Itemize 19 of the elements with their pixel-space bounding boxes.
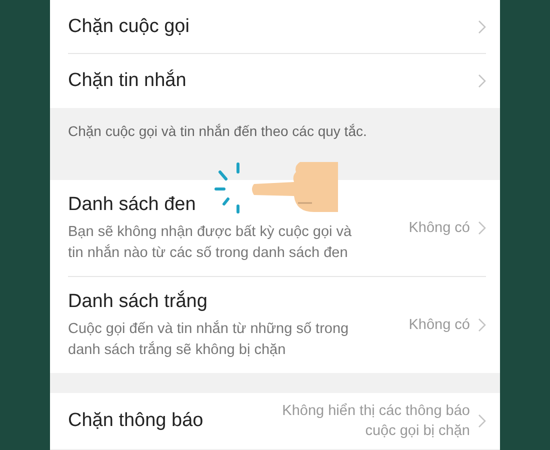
- setting-value: Không có: [408, 219, 470, 238]
- setting-title: Chặn thông báo: [68, 409, 204, 433]
- setting-row[interactable]: Danh sách trắng Cuộc gọi đến và tin nhắn từ những số trong danh sách trắng sẽ không bị chặn Không có: [68, 277, 486, 373]
- setting-title: Danh sách đen: [68, 193, 197, 217]
- setting-title: Chặn tin nhắn: [68, 68, 188, 93]
- chevron-right-icon: [478, 74, 486, 88]
- chevron-right-icon: [478, 20, 486, 34]
- section-note: Chặn cuộc gọi và tin nhắn đến theo các quy tắc.: [68, 123, 367, 139]
- chevron-right-icon: [478, 221, 486, 235]
- setting-description: Cuộc gọi đến và tin nhắn từ những số trong danh sách trắng sẽ không bị chặn: [68, 319, 350, 360]
- setting-title: Chặn cuộc gọi: [68, 14, 190, 38]
- setting-row[interactable]: Chặn tin nhắn: [68, 54, 486, 108]
- setting-value: Không có: [408, 316, 470, 335]
- setting-row[interactable]: Chặn cuộc gọi: [68, 0, 486, 54]
- setting-title: Danh sách trắng: [68, 290, 208, 314]
- chevron-right-icon: [478, 414, 486, 428]
- chevron-right-icon: [478, 318, 486, 332]
- setting-description: Bạn sẽ không nhận được bất kỳ cuộc gọi và tin nhắn nào từ các số trong danh sách đen: [68, 223, 353, 263]
- setting-value: Không hiển thị các thông báo cuộc gọi bị chặn: [281, 402, 470, 441]
